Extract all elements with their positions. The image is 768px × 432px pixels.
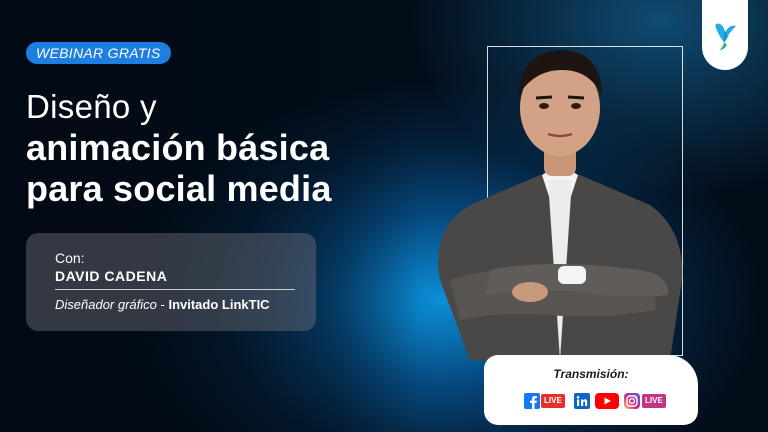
host-role: Diseñador gráfico - Invitado LinkTIC: [55, 297, 270, 312]
host-card: Con: DAVID CADENA Diseñador gráfico - In…: [26, 233, 316, 331]
host-name: DAVID CADENA: [55, 268, 168, 284]
title-line-2: animación básica: [26, 127, 330, 168]
host-role-separator: -: [156, 297, 169, 312]
host-affiliation: Invitado LinkTIC: [168, 297, 270, 312]
webinar-badge: WEBINAR GRATIS: [26, 42, 171, 64]
facebook-live-tag: LIVE: [541, 394, 565, 408]
host-role-title: Diseñador gráfico: [55, 297, 157, 312]
brand-logo-tab: [702, 0, 748, 70]
linkedin-icon: [574, 393, 590, 409]
youtube-icon: [595, 393, 619, 409]
host-con-label: Con:: [55, 250, 85, 266]
title-line-1: Diseño y: [26, 88, 157, 125]
transmission-label: Transmisión:: [553, 367, 629, 381]
instagram-icon: [624, 393, 640, 409]
host-divider: [55, 289, 295, 290]
speaker-photo: [438, 50, 683, 360]
transmission-box: Transmisión: LIVE LIVE: [484, 355, 698, 425]
background-shade: [0, 0, 420, 432]
bird-logo-icon: [715, 23, 736, 50]
title-line-3: para social media: [26, 168, 332, 209]
instagram-live-tag: LIVE: [642, 394, 666, 408]
facebook-icon: [524, 393, 540, 409]
